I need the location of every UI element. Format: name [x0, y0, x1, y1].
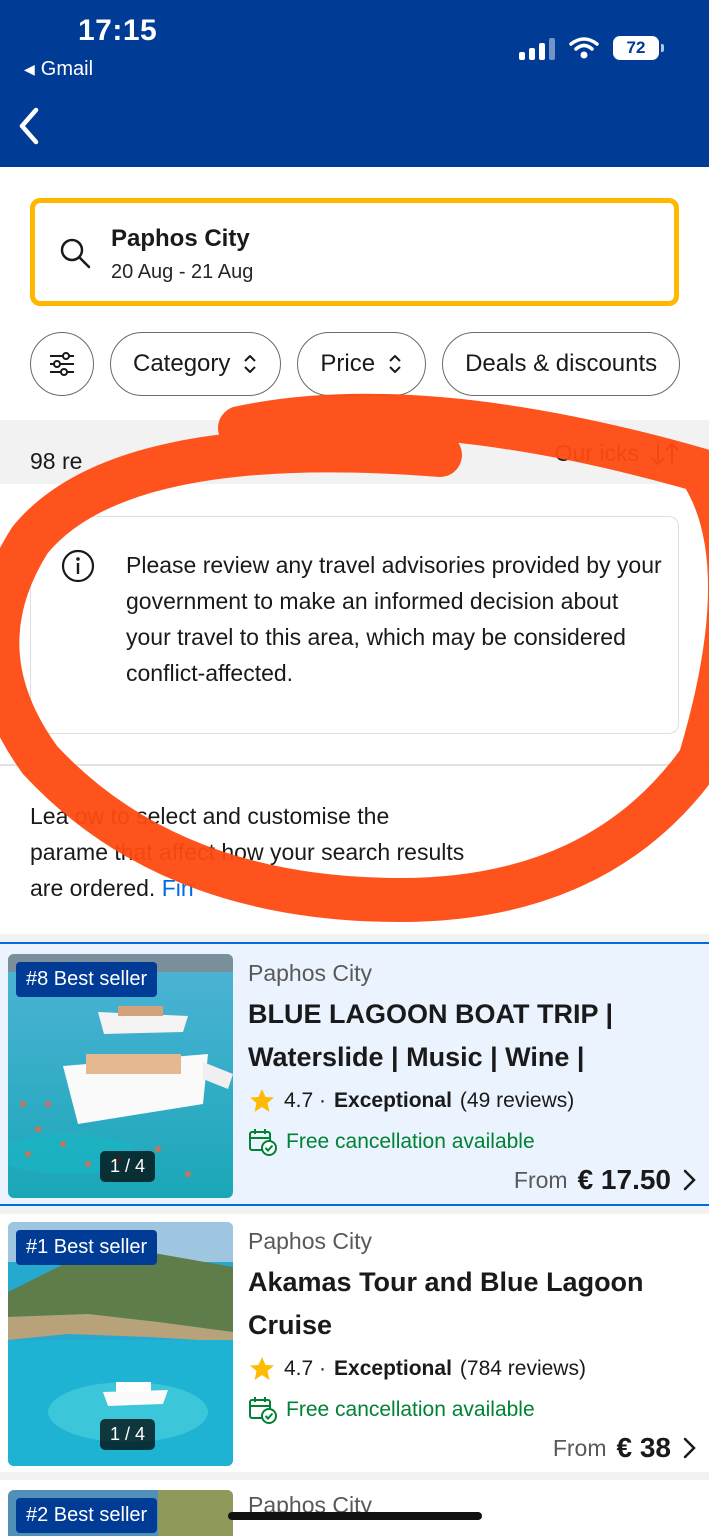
best-seller-badge: #2 Best seller	[16, 1498, 158, 1533]
best-seller-badge: #8 Best seller	[16, 962, 158, 997]
ranking-info-line: Lea ow to select and customise the	[30, 803, 390, 829]
chevron-left-icon[interactable]	[14, 104, 48, 148]
category-label: Category	[133, 350, 231, 377]
signal-icon	[519, 36, 555, 60]
ranking-info-line: are ordered. Fin	[30, 875, 194, 901]
rating-score: 4.7 ·	[284, 1089, 327, 1112]
price-row: From € 17.50	[514, 1164, 697, 1196]
home-indicator	[228, 1512, 482, 1520]
free-cancellation: Free cancellation available	[248, 1127, 699, 1157]
rating-word: Exceptional	[334, 1357, 452, 1380]
results-count: 98 re	[30, 448, 83, 474]
section-separator	[0, 1206, 709, 1214]
status-time: 17:15	[78, 14, 158, 47]
results-bar: 98 re Our icks	[0, 420, 709, 484]
image-counter: 1 / 4	[100, 1419, 156, 1450]
product-title[interactable]: BLUE LAGOON BOAT TRIP | Waterslide | Mus…	[248, 993, 699, 1079]
product-title[interactable]: Akamas Tour and Blue Lagoon Cruise	[248, 1261, 699, 1347]
chevron-right-icon	[683, 1169, 696, 1191]
product-image[interactable]: #2 Best seller	[8, 1490, 233, 1536]
advisory-text: Please review any travel advisories prov…	[126, 552, 662, 686]
status-icons: 72	[519, 36, 664, 60]
price-value: € 17.50	[577, 1164, 671, 1195]
free-cancellation-label: Free cancellation available	[286, 1130, 535, 1153]
product-image[interactable]: #1 Best seller 1 / 4	[8, 1222, 233, 1466]
filter-button[interactable]	[30, 332, 94, 396]
calendar-check-icon	[249, 1397, 277, 1424]
sort-arrows-icon	[651, 442, 679, 465]
search-box[interactable]: Paphos City 20 Aug - 21 Aug	[30, 198, 679, 306]
review-count: (784 reviews)	[459, 1357, 586, 1380]
deals-filter-chip[interactable]: Deals & discounts	[442, 332, 681, 396]
top-bar: 17:15 ◀ Gmail 72	[0, 0, 709, 167]
category-filter-chip[interactable]: Category	[110, 332, 282, 396]
ranking-info-text: Lea ow to select and customise the param…	[30, 798, 670, 906]
product-location: Paphos City	[248, 960, 373, 986]
free-cancellation-label: Free cancellation available	[286, 1398, 535, 1421]
back-to-app-link[interactable]: ◀ Gmail	[24, 58, 93, 81]
updown-chevron-icon	[389, 355, 401, 373]
rating-score: 4.7 ·	[284, 1357, 327, 1380]
back-app-label: Gmail	[40, 58, 94, 80]
back-triangle-icon: ◀	[24, 61, 35, 77]
price-prefix: From	[552, 1434, 607, 1461]
sort-button[interactable]: Our icks	[555, 440, 681, 467]
battery-icon: 72	[613, 36, 664, 60]
product-image[interactable]: #8 Best seller 1 / 4	[8, 954, 233, 1198]
rating-word: Exceptional	[334, 1089, 452, 1112]
price-label: Price	[320, 350, 376, 377]
search-dates: 20 Aug - 21 Aug	[111, 261, 254, 283]
star-icon	[250, 1357, 274, 1380]
chevron-right-icon	[683, 1437, 696, 1459]
review-count: (49 reviews)	[459, 1089, 575, 1112]
free-cancellation: Free cancellation available	[248, 1395, 699, 1425]
search-icon	[60, 238, 91, 269]
price-prefix: From	[513, 1166, 568, 1193]
travel-advisory-box: Please review any travel advisories prov…	[30, 516, 679, 734]
info-icon	[61, 549, 95, 583]
search-location: Paphos City	[111, 225, 250, 252]
calendar-check-icon	[249, 1129, 277, 1156]
rating-row: 4.7 · Exceptional (784 reviews)	[248, 1355, 699, 1383]
product-card[interactable]: #8 Best seller 1 / 4 Paphos City BLUE LA…	[0, 942, 709, 1206]
deals-label: Deals & discounts	[465, 350, 658, 377]
price-row: From € 38	[553, 1432, 697, 1464]
price-filter-chip[interactable]: Price	[297, 332, 427, 396]
price-value: € 38	[616, 1432, 672, 1463]
ranking-info-line: parame that affect how your search resul…	[30, 839, 465, 865]
product-card[interactable]: #2 Best seller Paphos City	[0, 1482, 709, 1536]
wifi-icon	[569, 37, 599, 59]
rating-row: 4.7 · Exceptional (49 reviews)	[248, 1087, 699, 1115]
divider	[0, 764, 709, 766]
image-counter: 1 / 4	[100, 1151, 156, 1182]
section-separator	[0, 1472, 709, 1480]
section-separator	[0, 934, 709, 942]
filter-bar: Category Price Deals & discounts	[30, 332, 681, 396]
star-icon	[250, 1089, 274, 1112]
best-seller-badge: #1 Best seller	[16, 1230, 158, 1265]
updown-chevron-icon	[244, 355, 257, 373]
product-card[interactable]: #1 Best seller 1 / 4 Paphos City Akamas …	[0, 1214, 709, 1472]
filter-sliders-icon	[50, 352, 74, 376]
find-out-more-link[interactable]: Fin	[162, 875, 194, 901]
product-location: Paphos City	[248, 1228, 373, 1254]
sort-label: Our icks	[554, 440, 639, 466]
